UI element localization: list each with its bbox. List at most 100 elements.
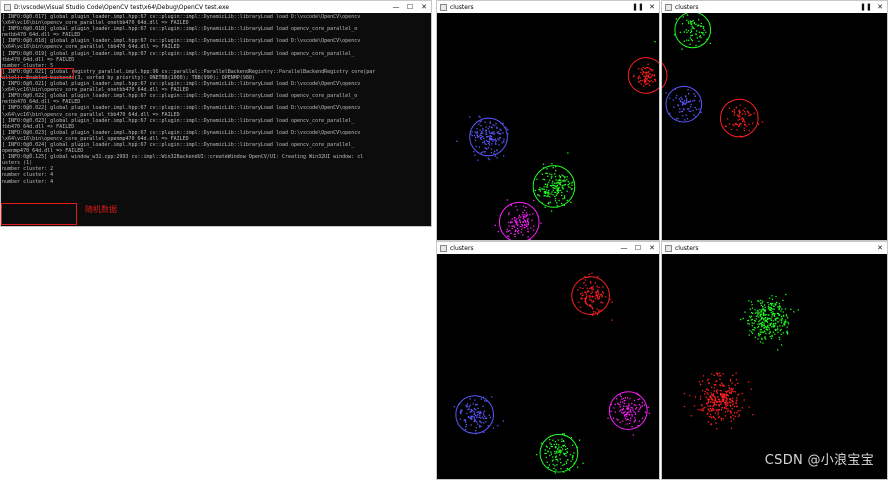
cluster-point xyxy=(552,186,554,189)
cluster-point xyxy=(712,410,714,412)
cluster-circle xyxy=(674,13,712,49)
clusters-plot-2 xyxy=(662,13,764,138)
clusters-titlebar-4[interactable]: clusters ✕ xyxy=(662,242,887,254)
maximize-button[interactable]: ☐ xyxy=(403,1,417,13)
cluster-point xyxy=(769,309,771,311)
cluster-point xyxy=(511,218,513,220)
cluster-point xyxy=(516,218,518,220)
console-titlebar[interactable]: D:\vscode\Visual Studio Code\OpenCV test… xyxy=(1,1,431,13)
cluster-point xyxy=(754,309,756,311)
cluster-point xyxy=(643,80,646,83)
cluster-point xyxy=(629,409,632,411)
cluster-point xyxy=(475,429,477,432)
maximize-button[interactable]: ☐ xyxy=(631,242,645,254)
clusters-canvas-4[interactable] xyxy=(662,254,887,479)
cluster-point xyxy=(491,127,493,129)
cluster-point xyxy=(571,458,574,460)
cluster-point xyxy=(764,310,766,312)
cluster-point xyxy=(552,439,554,442)
cluster-point xyxy=(556,182,558,184)
cluster-point xyxy=(739,111,741,114)
cluster-point xyxy=(707,421,709,423)
close-button[interactable]: ✕ xyxy=(645,1,659,13)
cluster-point xyxy=(772,308,774,310)
cluster-point xyxy=(768,304,770,306)
cluster-point xyxy=(754,336,757,339)
cluster-point xyxy=(690,110,692,113)
close-button[interactable]: ✕ xyxy=(873,242,887,254)
minimize-button[interactable]: — xyxy=(389,1,403,13)
clusters-canvas-2[interactable] xyxy=(662,13,887,240)
cluster-point xyxy=(473,134,476,137)
cluster-point xyxy=(494,155,497,157)
cluster-point xyxy=(475,420,477,422)
pause-button[interactable]: ❚❚ xyxy=(631,1,645,13)
cluster-point xyxy=(786,326,788,328)
cluster-point xyxy=(631,413,633,416)
cluster-point xyxy=(467,408,469,411)
cluster-point xyxy=(522,220,525,223)
clusters-titlebar-3[interactable]: clusters — ☐ ✕ xyxy=(437,242,659,254)
cluster-point xyxy=(733,112,736,114)
cluster-point xyxy=(483,137,485,140)
cluster-point xyxy=(585,293,587,295)
cluster-point xyxy=(724,401,727,403)
cluster-point xyxy=(741,113,743,115)
cluster-point xyxy=(630,407,632,409)
cluster-point xyxy=(753,322,755,324)
cluster-point xyxy=(555,170,557,172)
cluster-point xyxy=(590,286,593,288)
cluster-point xyxy=(619,421,621,424)
cluster-point xyxy=(555,179,557,181)
clusters-canvas-3[interactable] xyxy=(437,254,659,479)
cluster-point xyxy=(711,399,713,401)
cluster-point xyxy=(497,138,499,140)
cluster-point xyxy=(777,306,779,308)
cluster-point xyxy=(707,401,710,403)
clusters-titlebar-1[interactable]: clusters ❚❚ ✕ xyxy=(437,1,659,13)
cluster-point xyxy=(605,296,607,298)
close-button[interactable]: ✕ xyxy=(645,242,659,254)
cluster-point xyxy=(677,117,679,120)
clusters-canvas-1[interactable] xyxy=(437,13,659,240)
cluster-point xyxy=(474,154,476,156)
cluster-point xyxy=(519,221,521,223)
cluster-point xyxy=(717,414,719,416)
pause-button[interactable]: ❚❚ xyxy=(859,1,873,13)
cluster-point xyxy=(476,131,479,133)
cluster-point xyxy=(697,24,699,27)
cluster-point xyxy=(675,118,678,120)
cluster-point xyxy=(558,175,560,177)
cluster-point xyxy=(677,105,680,107)
cluster-point xyxy=(582,287,584,289)
cluster-point xyxy=(713,374,715,377)
cluster-point xyxy=(744,107,746,109)
close-button[interactable]: ✕ xyxy=(873,1,887,13)
cluster-point xyxy=(758,320,760,323)
cluster-point xyxy=(526,214,529,216)
clusters-titlebar-2[interactable]: clusters ❚❚ ✕ xyxy=(662,1,887,13)
cluster-point xyxy=(748,130,750,132)
close-button[interactable]: ✕ xyxy=(417,1,431,13)
console-output[interactable]: [ INFO:0@0.017] global plugin_loader.imp… xyxy=(1,13,431,226)
cluster-point xyxy=(573,452,575,454)
cluster-point xyxy=(691,40,694,42)
cluster-point xyxy=(697,19,700,21)
minimize-button[interactable]: — xyxy=(617,242,631,254)
cluster-point xyxy=(776,301,778,304)
cluster-point xyxy=(473,408,475,410)
cluster-point xyxy=(554,197,557,200)
cluster-point xyxy=(763,322,765,324)
cluster-point xyxy=(642,85,645,87)
cluster-point xyxy=(758,333,760,336)
cluster-point xyxy=(639,407,642,409)
cluster-point xyxy=(780,315,783,318)
cluster-point xyxy=(492,427,494,429)
cluster-point xyxy=(686,39,688,41)
cluster-point xyxy=(695,44,697,47)
cluster-point xyxy=(687,30,690,32)
cluster-point xyxy=(484,415,486,417)
cluster-point xyxy=(554,200,557,202)
cluster-point xyxy=(752,122,754,124)
cluster-point xyxy=(683,405,686,408)
